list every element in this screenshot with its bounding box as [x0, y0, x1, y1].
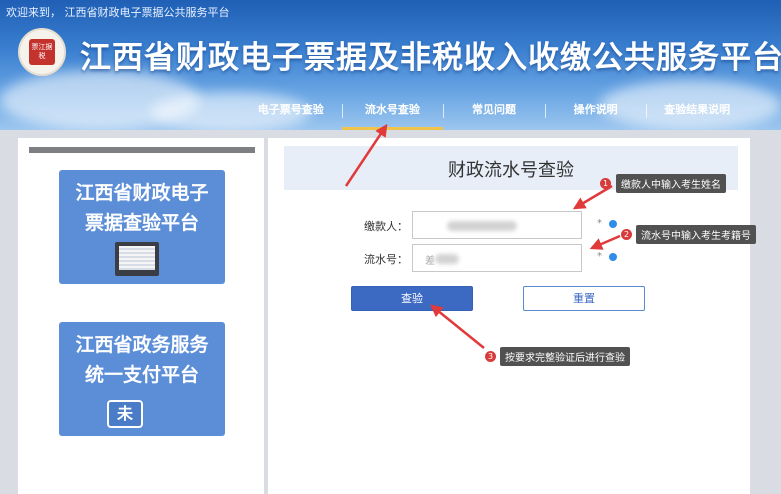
payment-card-icon: 未 [107, 400, 143, 428]
annotation-tip: 流水号中输入考生考籍号 [636, 225, 756, 244]
nav-invoice-number-check[interactable]: 电子票号查验 [240, 94, 342, 130]
sidebar-top-bar [29, 147, 255, 153]
required-mark: * [597, 218, 602, 229]
nav-result-explanation[interactable]: 查验结果说明 [646, 94, 748, 130]
serial-label: 流水号： [364, 253, 408, 266]
nav-faq[interactable]: 常见问题 [443, 94, 545, 130]
invoice-check-platform-card[interactable]: 江西省财政电子 票据查验平台 [59, 170, 225, 284]
card-title-line: 江西省财政电子 [75, 182, 209, 204]
card-title-line: 江西省政务服务 [75, 334, 209, 356]
reset-button[interactable]: 重置 [523, 286, 645, 311]
serial-input[interactable]: 差 [412, 244, 582, 272]
payer-label: 缴款人： [364, 220, 408, 233]
check-icon [609, 220, 617, 228]
nav-instructions[interactable]: 操作说明 [544, 94, 647, 130]
welcome-text: 欢迎来到， 江西省财政电子票据公共服务平台 [6, 6, 230, 19]
query-button[interactable]: 查验 [351, 286, 473, 311]
redacted-value [435, 254, 459, 264]
annotation-tip: 缴款人中输入考生姓名 [616, 174, 726, 193]
monitor-icon [115, 242, 159, 276]
main-nav: 电子票号查验 流水号查验 常见问题 操作说明 查验结果说明 [240, 94, 748, 130]
required-mark: * [597, 251, 602, 262]
serial-partial-value: 差 [425, 256, 435, 267]
unified-payment-platform-card[interactable]: 江西省政务服务 统一支付平台 未 [59, 322, 225, 436]
annotation-badge: 1 [600, 178, 611, 189]
site-title: 江西省财政电子票据及非税收入收缴公共服务平台 [80, 40, 781, 76]
site-logo[interactable]: 票江据税 [18, 28, 66, 76]
logo-seal-icon: 票江据税 [29, 39, 55, 65]
annotation-badge: 2 [621, 229, 632, 240]
redacted-value [447, 221, 517, 231]
annotation-badge: 3 [485, 351, 496, 362]
card-title-line: 统一支付平台 [84, 364, 199, 386]
nav-serial-number-check[interactable]: 流水号查验 [341, 94, 444, 130]
annotation-tip: 按要求完整验证后进行查验 [500, 347, 630, 366]
site-header: 欢迎来到， 江西省财政电子票据公共服务平台 票江据税 江西省财政电子票据及非税收… [0, 0, 781, 130]
check-icon [609, 253, 617, 261]
left-sidebar: 江西省财政电子 票据查验平台 江西省政务服务 统一支付平台 未 [18, 138, 264, 494]
card-title-line: 票据查验平台 [84, 212, 199, 234]
payer-input[interactable] [412, 211, 582, 239]
